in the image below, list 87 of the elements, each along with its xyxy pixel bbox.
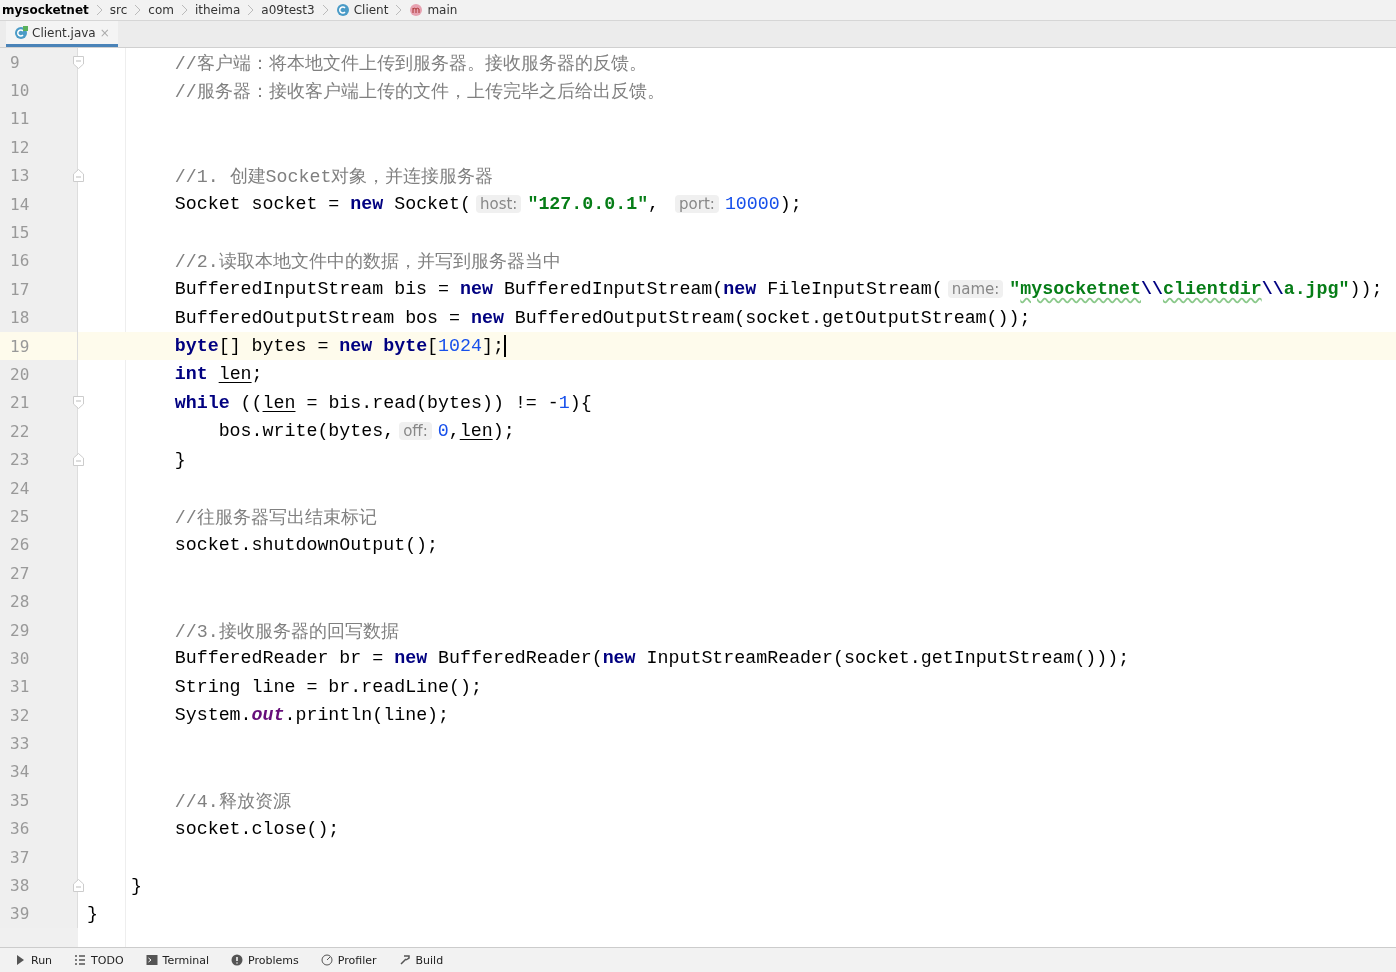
code-line: BufferedOutputStream bos = new BufferedOutputStream(socket.getOutputStream()); — [173, 307, 1031, 328]
breadcrumb-item[interactable]: Client — [335, 3, 389, 17]
line-number: 31 — [9, 677, 30, 697]
line-number: 18 — [9, 308, 30, 328]
code-line: BufferedReader br = new BufferedReader(new InputStreamReader(socket.getInputStream())); — [173, 648, 1130, 669]
tool-window-button[interactable]: Build — [398, 953, 444, 967]
breadcrumb-item[interactable]: a09test3 — [261, 3, 315, 17]
tool-window-button[interactable]: Profiler — [320, 953, 377, 967]
code-line: //往服务器写出结束标记 — [173, 506, 377, 529]
editor-tab[interactable]: Client.java × — [6, 21, 118, 47]
tool-window-button[interactable]: Run — [14, 953, 53, 967]
line-number: 35 — [9, 790, 30, 810]
code-line: //4.释放资源 — [173, 790, 291, 813]
fold-icon[interactable] — [72, 55, 84, 69]
code-line: Socket socket = new Socket( host: "127.0.0.1", port: 10000); — [173, 194, 802, 215]
chevron-icon — [321, 4, 329, 16]
line-number: 16 — [9, 251, 30, 271]
line-number: 11 — [9, 109, 30, 129]
line-number: 14 — [9, 194, 30, 214]
code-line: //2.读取本地文件中的数据，并写到服务器当中 — [173, 251, 561, 274]
code-line: socket.shutdownOutput(); — [173, 534, 439, 555]
line-number: 23 — [9, 450, 30, 470]
line-number: 26 — [9, 535, 30, 555]
chevron-icon — [395, 4, 403, 16]
build-icon — [398, 954, 411, 966]
breadcrumb-item[interactable]: main — [409, 3, 458, 17]
line-number: 24 — [9, 478, 30, 498]
chevron-icon — [95, 4, 103, 16]
line-number: 38 — [9, 876, 30, 895]
fold-icon[interactable] — [72, 169, 84, 183]
code-line: //3.接收服务器的回写数据 — [173, 620, 399, 643]
fold-icon[interactable] — [72, 396, 84, 410]
class-icon — [14, 25, 28, 40]
line-number: 19 — [9, 336, 30, 356]
line-number: 9 — [9, 52, 20, 72]
list-icon — [74, 954, 87, 966]
line-number: 25 — [9, 506, 30, 526]
line-number: 39 — [9, 904, 30, 924]
code-line: } — [173, 449, 186, 470]
code-line: } — [87, 903, 98, 924]
code-line: int len; — [173, 364, 263, 385]
tool-window-button[interactable]: Terminal — [145, 953, 210, 967]
code-line: //客户端：将本地文件上传到服务器。接收服务器的反馈。 — [173, 52, 647, 75]
code-line: BufferedInputStream bis = new BufferedInputStream(new FileInputStream( name: "mysocketnet\\clientdir\\a.jpg")); — [173, 279, 1383, 300]
line-number: 36 — [9, 819, 30, 839]
breadcrumb-item[interactable]: itheima — [194, 3, 241, 17]
line-number: 12 — [9, 137, 30, 157]
code-line: } — [129, 875, 142, 896]
profiler-icon — [320, 954, 333, 966]
code-line: socket.close(); — [173, 818, 340, 839]
line-number: 22 — [9, 421, 30, 441]
fold-icon[interactable] — [72, 453, 84, 467]
terminal-icon — [145, 954, 158, 966]
line-number: 21 — [9, 393, 30, 413]
run-icon — [14, 954, 26, 966]
line-number: 15 — [9, 223, 30, 243]
line-number: 17 — [9, 279, 30, 299]
code-line: while ((len = bis.read(bytes)) != -1){ — [173, 392, 592, 413]
line-number: 37 — [9, 847, 30, 867]
code-line: //1. 创建Socket对象，并连接服务器 — [173, 166, 494, 189]
method-icon — [409, 3, 424, 17]
line-number: 33 — [9, 734, 30, 754]
fold-icon[interactable] — [72, 879, 84, 892]
line-number: 29 — [9, 620, 30, 640]
breadcrumb-item[interactable]: com — [148, 3, 174, 17]
class-icon — [335, 3, 350, 17]
chevron-icon — [180, 4, 188, 16]
code-line: //服务器：接收客户端上传的文件，上传完毕之后给出反馈。 — [173, 81, 665, 104]
line-number: 20 — [9, 365, 30, 384]
breadcrumb-item[interactable]: mysocketnet — [2, 3, 89, 17]
line-number: 30 — [9, 648, 30, 668]
chevron-icon — [247, 4, 255, 16]
breadcrumb-item[interactable]: src — [109, 3, 128, 17]
line-number: 34 — [9, 762, 30, 782]
problems-icon — [231, 954, 244, 966]
line-number: 10 — [9, 81, 30, 101]
chevron-icon — [134, 4, 142, 16]
tool-window-button[interactable]: Problems — [231, 953, 299, 967]
code-line: String line = br.readLine(); — [173, 676, 482, 697]
code-line: byte[] bytes = new byte[1024]; — [173, 335, 506, 358]
line-number: 28 — [9, 592, 30, 612]
line-number: 27 — [9, 563, 30, 583]
line-number: 13 — [9, 166, 30, 186]
code-line: bos.write(bytes, off: 0,len); — [217, 421, 515, 442]
tool-window-button[interactable]: TODO — [74, 953, 124, 967]
line-number: 32 — [9, 705, 30, 725]
code-line: System.out.println(line); — [173, 705, 450, 726]
